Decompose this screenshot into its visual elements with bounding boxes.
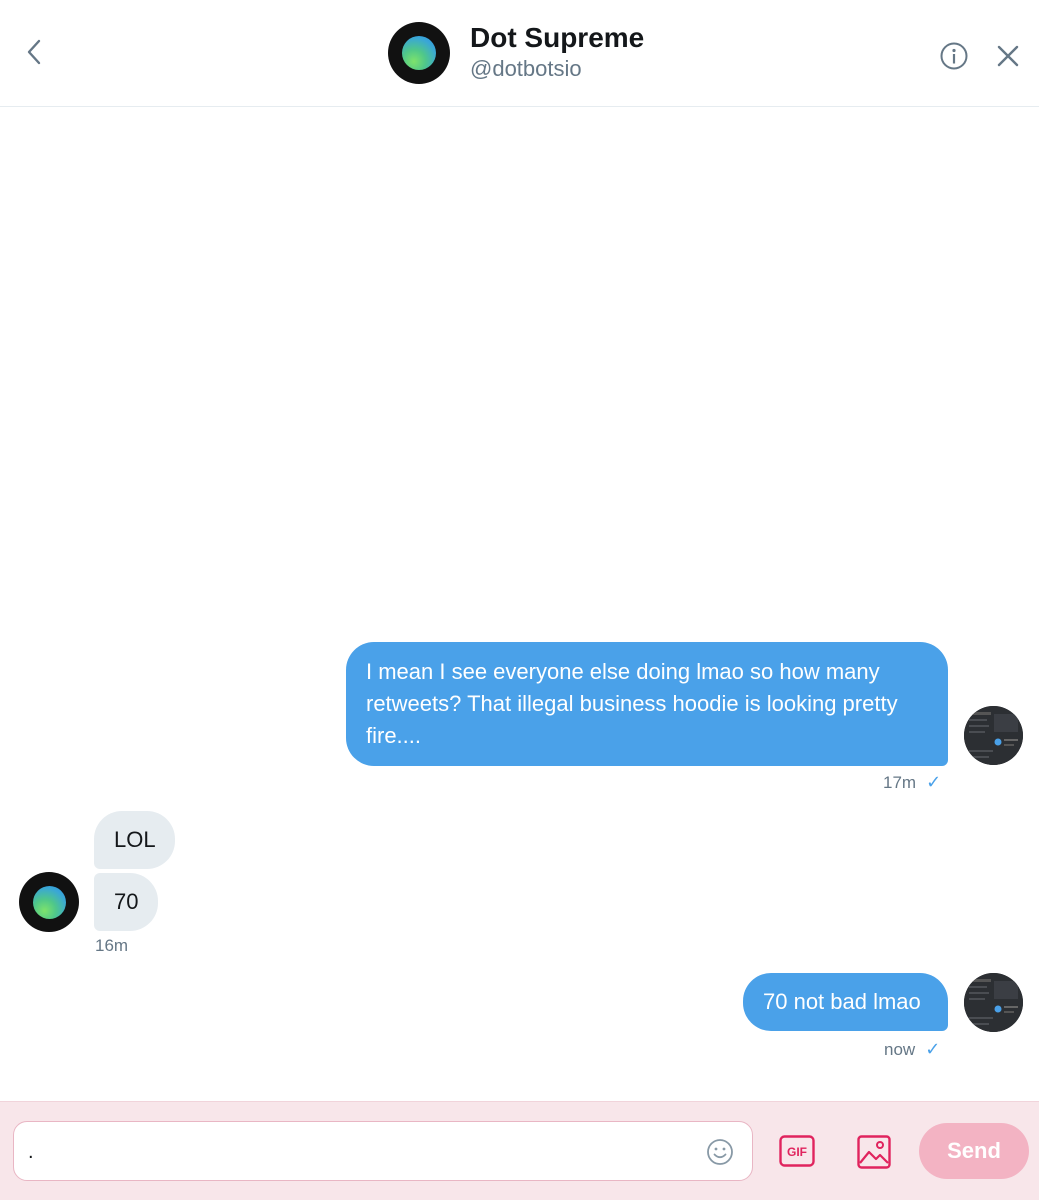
message-composer: GIF Send — [0, 1101, 1039, 1200]
message-bubble-incoming[interactable]: 70 — [94, 873, 158, 931]
message-bubble-outgoing[interactable]: I mean I see everyone else doing lmao so… — [346, 642, 948, 766]
message-time: 17m — [883, 772, 917, 792]
message-text: LOL — [114, 827, 156, 852]
info-icon — [940, 42, 968, 70]
message-line: retweets? That illegal business hoodie i… — [366, 691, 898, 716]
gif-button[interactable]: GIF — [779, 1135, 815, 1167]
send-button[interactable]: Send — [919, 1123, 1029, 1179]
message-meta: now ✓ — [884, 1039, 940, 1060]
image-icon — [857, 1135, 891, 1169]
chevron-left-icon — [27, 39, 41, 65]
message-line: fire.... — [366, 723, 422, 748]
message-bubble-outgoing[interactable]: 70 not bad lmao — [743, 973, 948, 1031]
emoji-icon — [707, 1139, 733, 1165]
avatar — [388, 22, 450, 84]
message-bubble-incoming[interactable]: LOL — [94, 811, 175, 869]
gif-icon: GIF — [779, 1135, 815, 1167]
message-time: 16m — [95, 936, 129, 955]
screenshot-avatar-icon — [964, 973, 1023, 1032]
profile-name: Dot Supreme — [470, 22, 645, 53]
conversation-profile[interactable]: Dot Supreme @dotbotsio — [388, 22, 644, 84]
message-input-wrapper — [13, 1121, 753, 1181]
close-icon — [997, 45, 1019, 67]
message-meta: 17m ✓ — [883, 772, 941, 793]
info-button[interactable] — [939, 41, 969, 71]
emoji-button[interactable] — [706, 1138, 734, 1166]
read-check-icon: ✓ — [925, 1039, 941, 1059]
message-time: now — [884, 1039, 916, 1059]
screenshot-avatar-icon — [964, 706, 1023, 765]
profile-handle: @dotbotsio — [470, 56, 582, 81]
message-text: 70 not bad lmao — [763, 989, 921, 1014]
user-avatar[interactable] — [964, 973, 1023, 1032]
message-input[interactable] — [28, 1134, 698, 1170]
gif-label: GIF — [787, 1145, 807, 1159]
close-button[interactable] — [994, 41, 1022, 71]
read-check-icon: ✓ — [926, 772, 942, 792]
user-avatar[interactable] — [964, 706, 1023, 765]
back-button[interactable] — [18, 34, 50, 70]
message-line: I mean I see everyone else doing lmao so… — [366, 659, 880, 684]
conversation-header: Dot Supreme @dotbotsio — [0, 0, 1039, 107]
message-text: 70 — [114, 889, 139, 914]
image-button[interactable] — [857, 1135, 891, 1169]
message-meta: 16m — [95, 936, 128, 956]
sender-avatar[interactable] — [19, 872, 79, 932]
